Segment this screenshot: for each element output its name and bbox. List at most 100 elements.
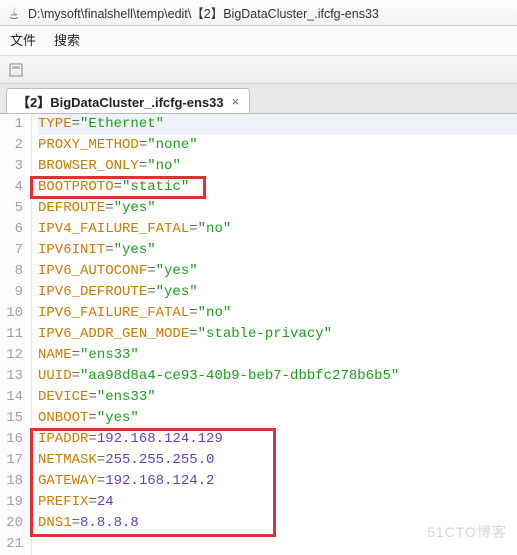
line-number: 10 (0, 303, 23, 324)
code-line[interactable] (38, 534, 517, 555)
line-number: 19 (0, 492, 23, 513)
equals-sign: = (88, 389, 96, 405)
code-line[interactable]: NETMASK=255.255.255.0 (38, 450, 517, 471)
toolbar-icon (9, 63, 23, 77)
menu-file[interactable]: 文件 (10, 30, 36, 49)
config-key: IPADDR (38, 431, 88, 447)
equals-sign: = (189, 326, 197, 342)
code-line[interactable]: IPV6INIT="yes" (38, 240, 517, 261)
code-line[interactable]: PROXY_METHOD="none" (38, 135, 517, 156)
equals-sign: = (97, 473, 105, 489)
code-line[interactable]: DEFROUTE="yes" (38, 198, 517, 219)
equals-sign: = (97, 452, 105, 468)
equals-sign: = (114, 179, 122, 195)
line-number: 3 (0, 156, 23, 177)
config-key: GATEWAY (38, 473, 97, 489)
equals-sign: = (72, 368, 80, 384)
config-value: "ens33" (97, 389, 156, 405)
line-number: 9 (0, 282, 23, 303)
equals-sign: = (105, 242, 113, 258)
toolbar-button[interactable] (6, 60, 26, 80)
line-number: 4 (0, 177, 23, 198)
code-line[interactable]: GATEWAY=192.168.124.2 (38, 471, 517, 492)
code-line[interactable]: DNS1=8.8.8.8 (38, 513, 517, 534)
config-key: NAME (38, 347, 72, 363)
config-key: IPV6_AUTOCONF (38, 263, 147, 279)
tab-label: 【2】BigDataCluster_.ifcfg-ens33 (17, 92, 224, 111)
equals-sign: = (88, 494, 96, 510)
line-number: 5 (0, 198, 23, 219)
config-key: DNS1 (38, 515, 72, 531)
config-value: "no" (198, 221, 232, 237)
code-line[interactable]: IPADDR=192.168.124.129 (38, 429, 517, 450)
config-value: 192.168.124.2 (105, 473, 214, 489)
line-number: 12 (0, 345, 23, 366)
code-line[interactable]: IPV4_FAILURE_FATAL="no" (38, 219, 517, 240)
code-line[interactable]: BROWSER_ONLY="no" (38, 156, 517, 177)
config-key: DEVICE (38, 389, 88, 405)
toolbar (0, 56, 517, 84)
config-key: BROWSER_ONLY (38, 158, 139, 174)
line-number: 13 (0, 366, 23, 387)
config-value: "yes" (97, 410, 139, 426)
code-line[interactable]: BOOTPROTO="static" (38, 177, 517, 198)
equals-sign: = (72, 515, 80, 531)
config-value: "yes" (114, 200, 156, 216)
equals-sign: = (88, 431, 96, 447)
config-value: "stable-privacy" (198, 326, 332, 342)
config-value: 24 (97, 494, 114, 510)
tab-bar: 【2】BigDataCluster_.ifcfg-ens33 × (0, 84, 517, 114)
code-line[interactable]: NAME="ens33" (38, 345, 517, 366)
code-line[interactable]: UUID="aa98d8a4-ce93-40b9-beb7-dbbfc278b6… (38, 366, 517, 387)
line-number: 14 (0, 387, 23, 408)
line-number: 6 (0, 219, 23, 240)
line-number: 21 (0, 534, 23, 555)
config-value: "yes" (156, 284, 198, 300)
config-key: PROXY_METHOD (38, 137, 139, 153)
config-key: DEFROUTE (38, 200, 105, 216)
line-number-gutter: 123456789101112131415161718192021 (0, 114, 32, 555)
equals-sign: = (105, 200, 113, 216)
equals-sign: = (72, 347, 80, 363)
config-value: "yes" (156, 263, 198, 279)
code-editor[interactable]: 123456789101112131415161718192021 TYPE="… (0, 114, 517, 555)
config-value: "static" (122, 179, 189, 195)
equals-sign: = (88, 410, 96, 426)
equals-sign: = (72, 116, 80, 132)
config-value: "none" (147, 137, 197, 153)
code-line[interactable]: PREFIX=24 (38, 492, 517, 513)
code-line[interactable]: DEVICE="ens33" (38, 387, 517, 408)
config-key: BOOTPROTO (38, 179, 114, 195)
config-value: 255.255.255.0 (105, 452, 214, 468)
java-app-icon (6, 5, 22, 21)
equals-sign: = (189, 221, 197, 237)
line-number: 7 (0, 240, 23, 261)
config-key: IPV6_FAILURE_FATAL (38, 305, 189, 321)
line-number: 1 (0, 114, 23, 135)
code-line[interactable]: IPV6_FAILURE_FATAL="no" (38, 303, 517, 324)
tab-active[interactable]: 【2】BigDataCluster_.ifcfg-ens33 × (6, 88, 250, 113)
code-line[interactable]: IPV6_DEFROUTE="yes" (38, 282, 517, 303)
equals-sign: = (147, 263, 155, 279)
config-key: UUID (38, 368, 72, 384)
line-number: 2 (0, 135, 23, 156)
code-line[interactable]: ONBOOT="yes" (38, 408, 517, 429)
config-key: IPV6_DEFROUTE (38, 284, 147, 300)
line-number: 8 (0, 261, 23, 282)
code-line[interactable]: TYPE="Ethernet" (38, 114, 517, 135)
menu-bar: 文件 搜索 (0, 26, 517, 56)
equals-sign: = (147, 284, 155, 300)
code-line[interactable]: IPV6_AUTOCONF="yes" (38, 261, 517, 282)
code-area[interactable]: TYPE="Ethernet"PROXY_METHOD="none"BROWSE… (32, 114, 517, 555)
config-value: "yes" (114, 242, 156, 258)
menu-search[interactable]: 搜索 (54, 30, 80, 49)
config-key: TYPE (38, 116, 72, 132)
tab-close-icon[interactable]: × (232, 94, 240, 109)
line-number: 17 (0, 450, 23, 471)
code-line[interactable]: IPV6_ADDR_GEN_MODE="stable-privacy" (38, 324, 517, 345)
config-value: "no" (198, 305, 232, 321)
config-key: IPV4_FAILURE_FATAL (38, 221, 189, 237)
line-number: 16 (0, 429, 23, 450)
line-number: 11 (0, 324, 23, 345)
window-titlebar: D:\mysoft\finalshell\temp\edit\【2】BigDat… (0, 0, 517, 26)
